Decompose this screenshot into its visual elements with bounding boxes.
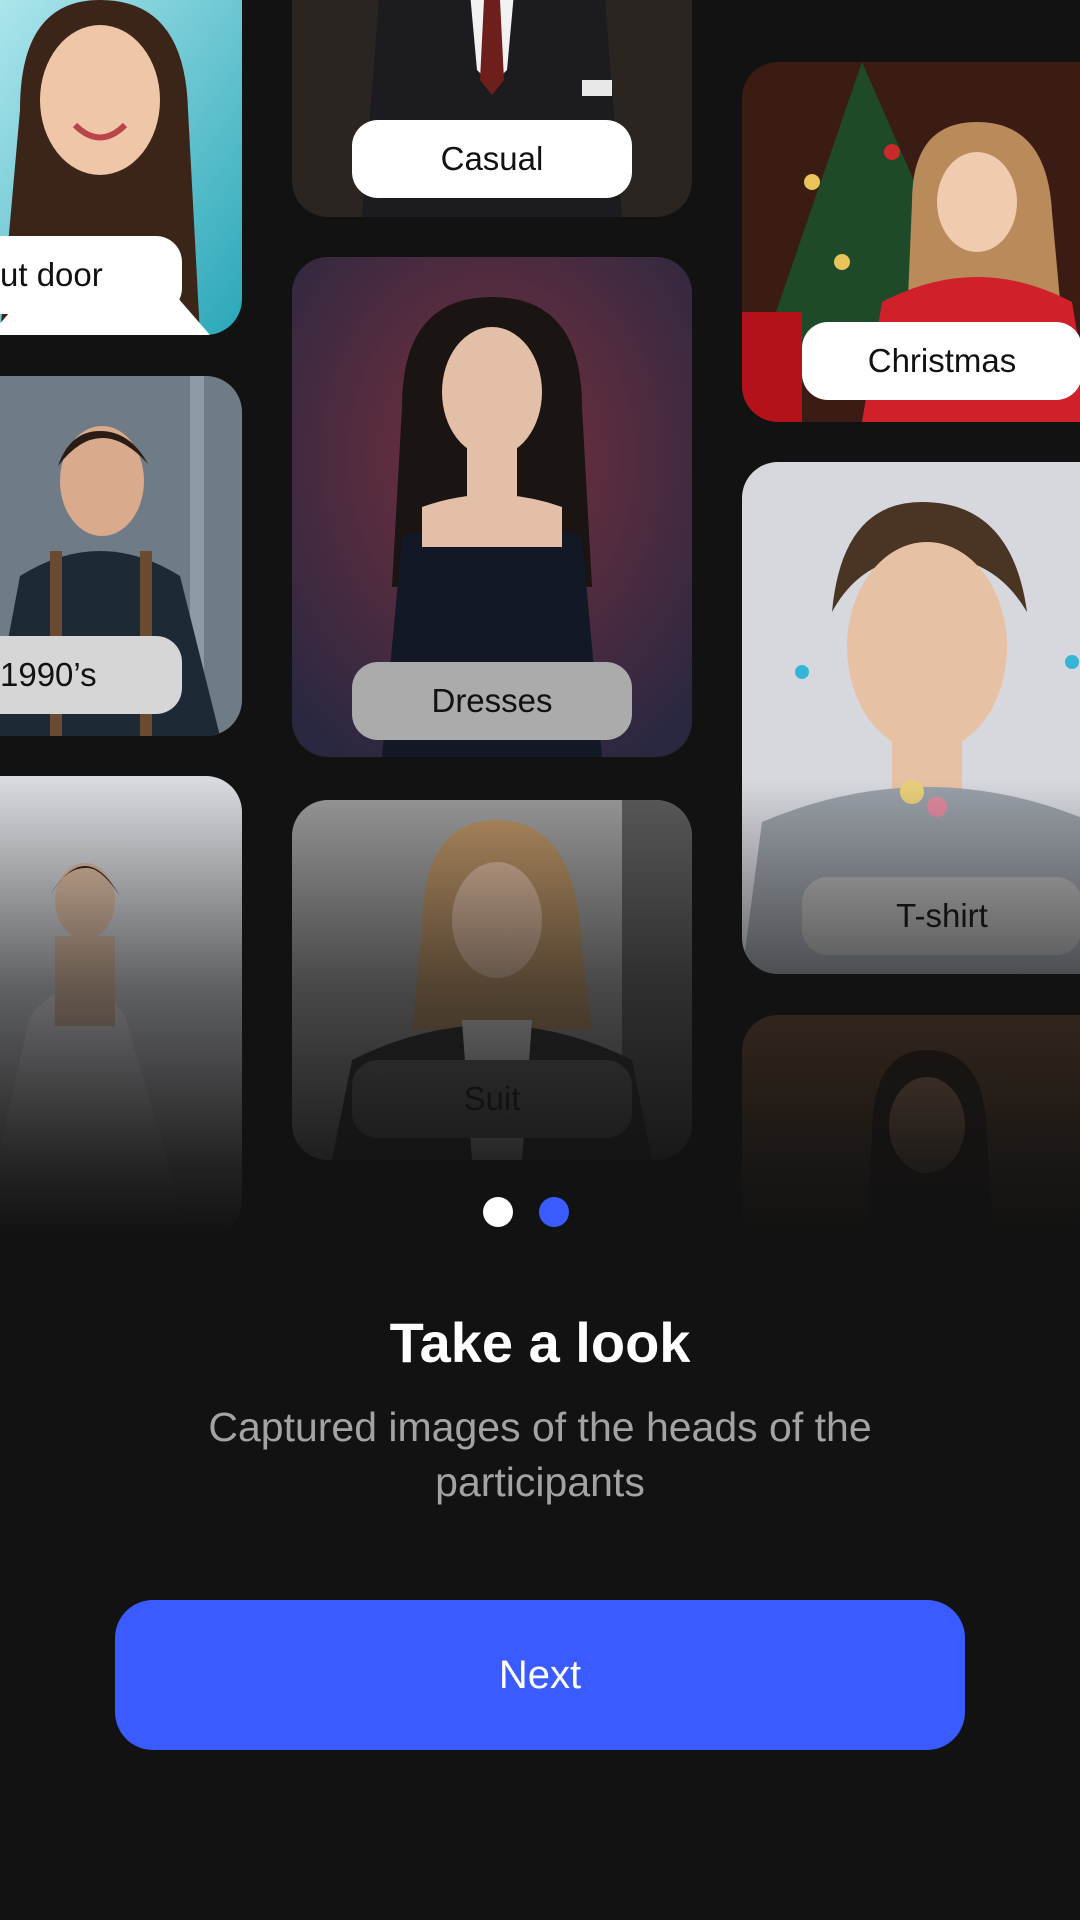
pagination-dots (0, 1197, 1080, 1227)
style-card-casual[interactable]: Casual (292, 0, 692, 217)
next-button[interactable]: Next (115, 1600, 965, 1750)
style-label-1990s: 1990’s (0, 636, 182, 714)
page-title: Take a look (389, 1311, 691, 1374)
style-card-tshirt[interactable]: T-shirt (742, 462, 1080, 974)
style-label-outdoor: ut door (0, 236, 182, 314)
pagination-dot-1[interactable] (483, 1197, 513, 1227)
gown-photo (0, 776, 242, 1235)
style-card-1990s[interactable]: 1990’s (0, 376, 242, 736)
style-card-gown[interactable] (0, 776, 242, 1235)
style-label-dresses: Dresses (352, 662, 632, 740)
page-subtitle: Captured images of the heads of the part… (208, 1404, 872, 1505)
style-collage: ut door 1990’s Casual Dresses Suit Chris… (0, 0, 1080, 1235)
style-card-suit[interactable]: Suit (292, 800, 692, 1160)
style-label-casual: Casual (352, 120, 632, 198)
style-label-suit: Suit (352, 1060, 632, 1138)
style-label-christmas: Christmas (802, 322, 1080, 400)
style-card-outdoor[interactable]: ut door (0, 0, 242, 335)
style-label-tshirt: T-shirt (802, 877, 1080, 955)
style-card-christmas[interactable]: Christmas (742, 62, 1080, 422)
style-card-dresses[interactable]: Dresses (292, 257, 692, 757)
pagination-dot-2-active[interactable] (539, 1197, 569, 1227)
